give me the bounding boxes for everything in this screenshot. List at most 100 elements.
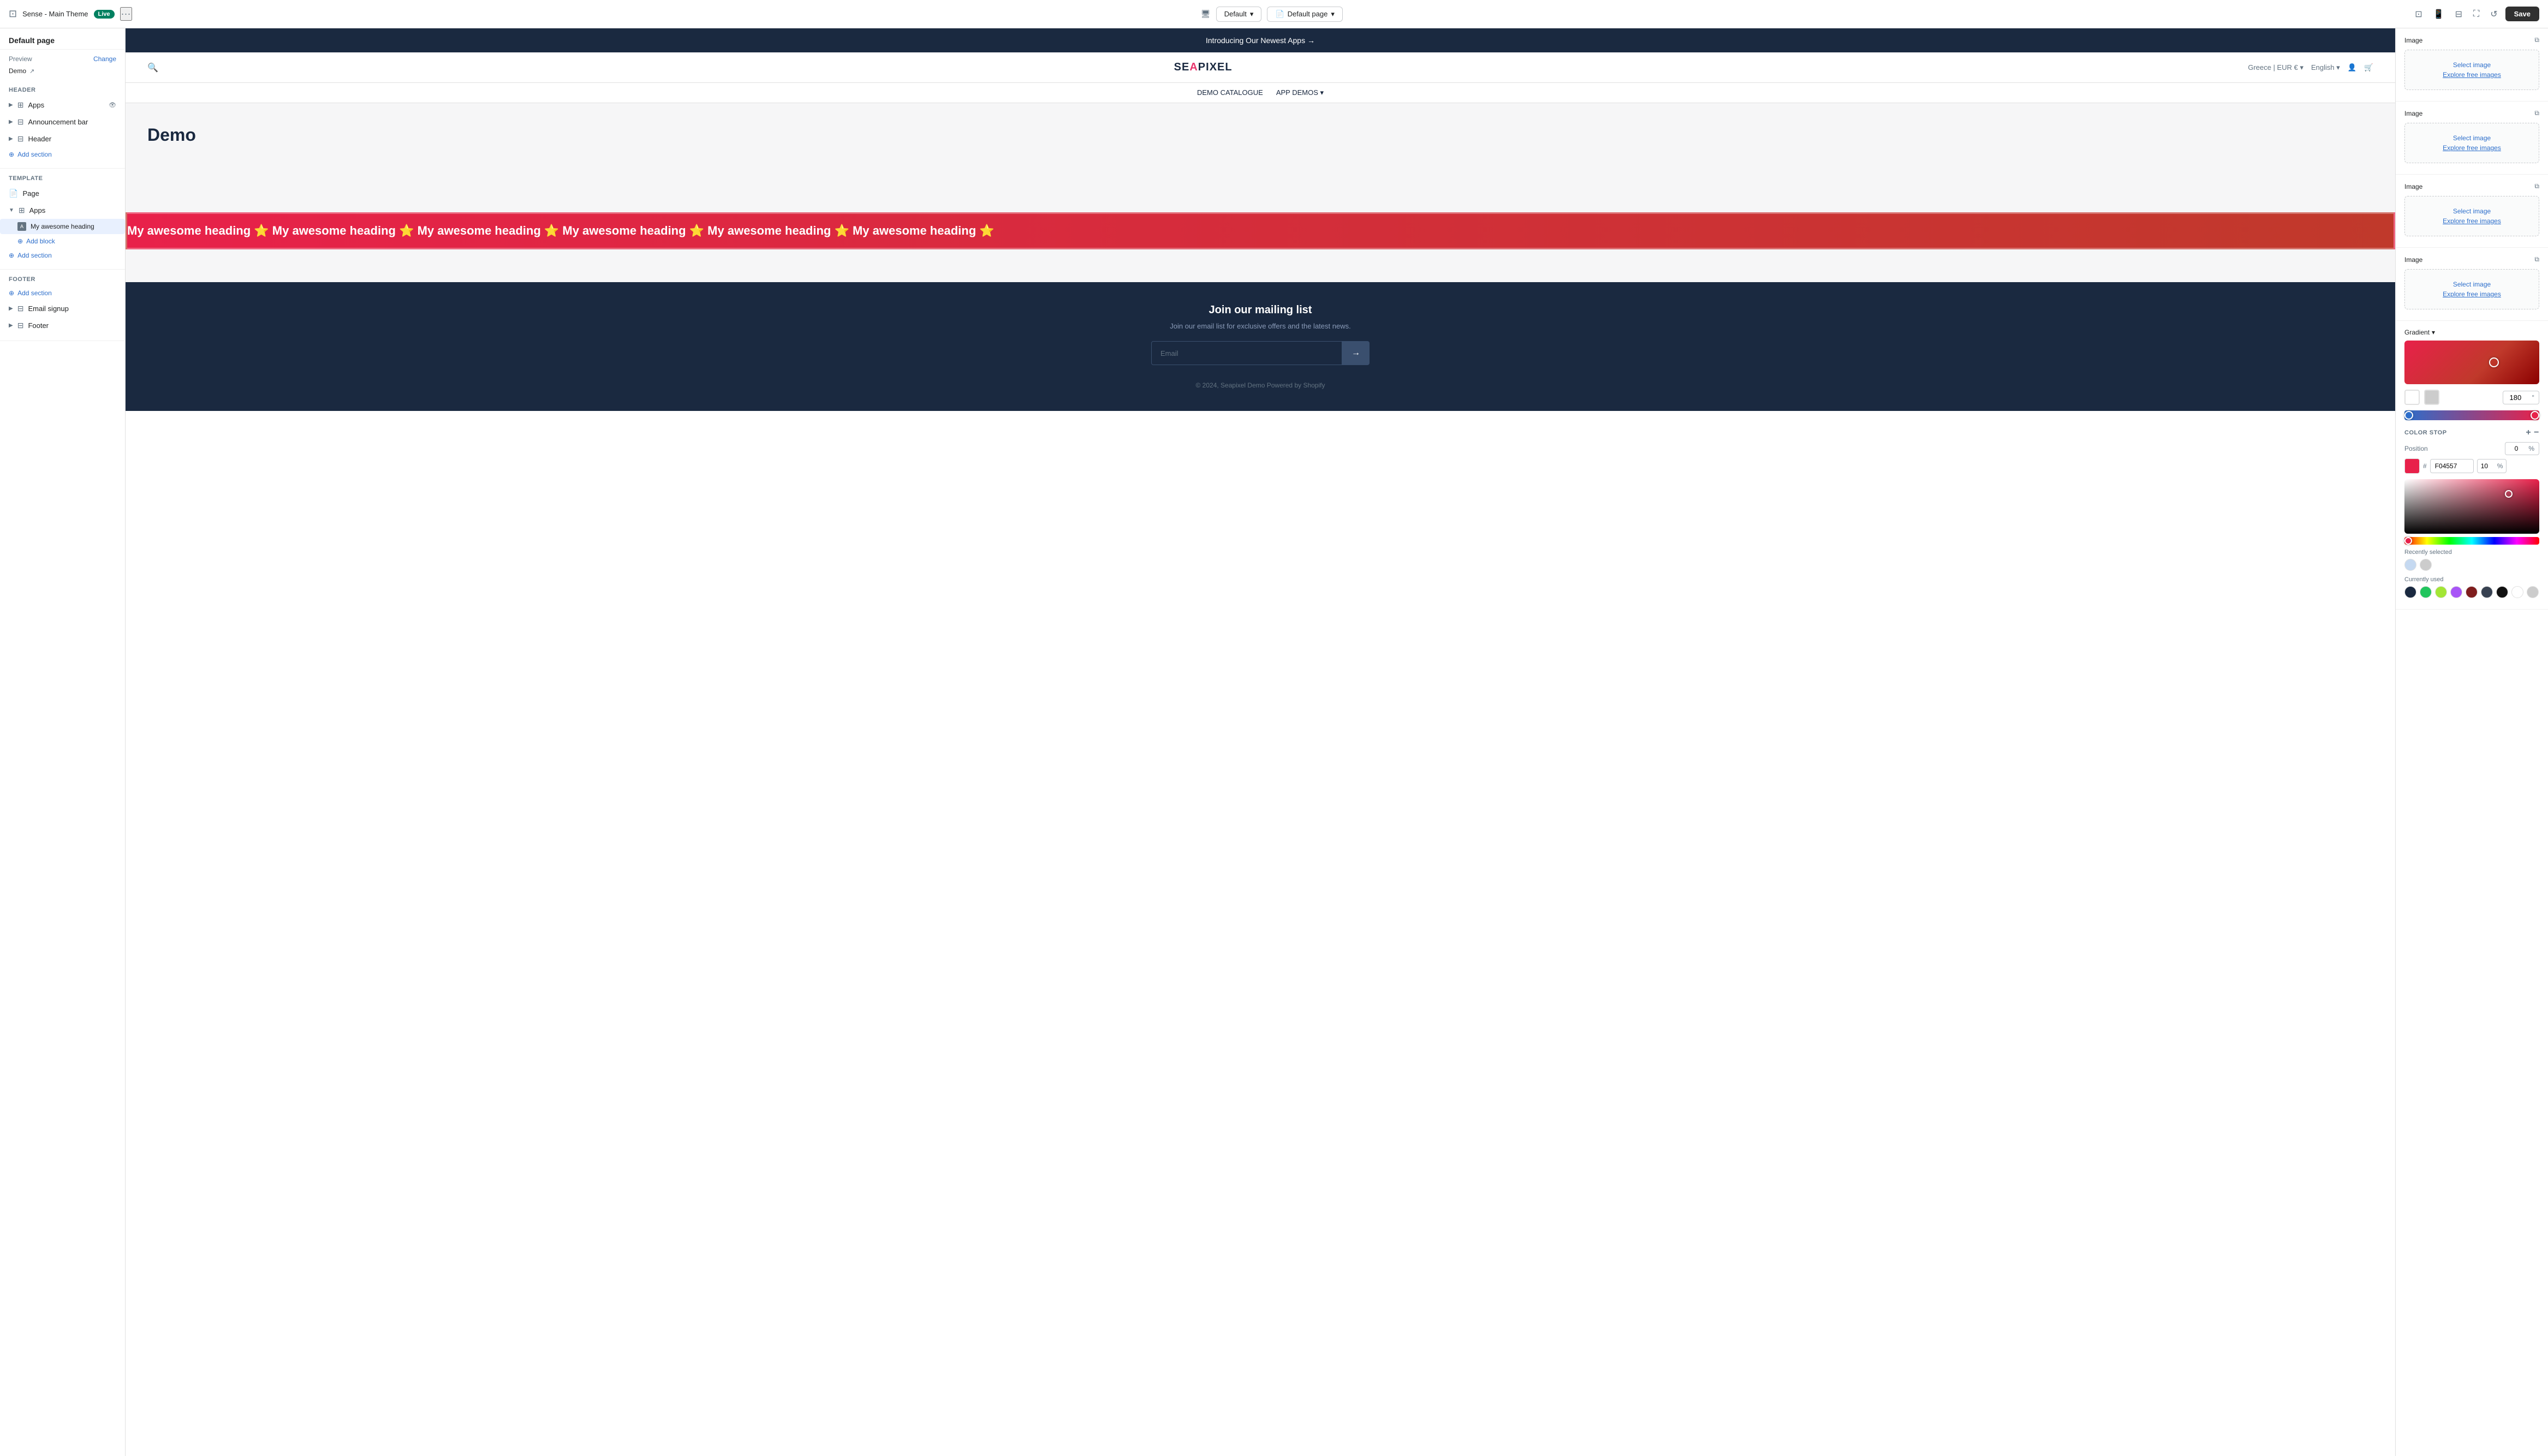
store-meta: Greece | EUR € ▾ English ▾ 👤 🛒: [2248, 63, 2373, 72]
announcement-bar: Introducing Our Newest Apps →: [126, 28, 2395, 52]
add-section-footer-link[interactable]: ⊕ Add section: [0, 286, 125, 300]
swatch-dark-gray[interactable]: [2481, 586, 2493, 598]
language-selector[interactable]: English ▾: [2311, 63, 2340, 72]
big-color-picker[interactable]: [2404, 479, 2539, 534]
chevron-down-icon-2: ▾: [1331, 10, 1335, 19]
store-logo: SEAPIXEL: [1174, 61, 1233, 74]
preview-label: Preview: [9, 55, 32, 63]
gradient-bar[interactable]: [2404, 410, 2539, 420]
hue-handle[interactable]: [2404, 537, 2412, 545]
copy-icon-4[interactable]: ⧉: [2534, 255, 2539, 264]
country-selector[interactable]: Greece | EUR € ▾: [2248, 63, 2303, 72]
nav-app-demos[interactable]: APP DEMOS ▾: [1276, 88, 1324, 97]
search-button[interactable]: 🔍: [147, 62, 158, 73]
big-picker-handle[interactable]: [2505, 490, 2513, 498]
chevron-down-icon: ▾: [1250, 10, 1254, 19]
chevron-right-icon: ▶: [9, 102, 13, 108]
more-menu-button[interactable]: ···: [120, 7, 132, 21]
explore-link-2[interactable]: Explore free images: [2416, 144, 2528, 152]
position-input[interactable]: [2510, 445, 2526, 452]
chevron-right-icon-2: ▶: [9, 119, 13, 125]
right-panel: Image ⧉ Select image Explore free images…: [2395, 28, 2548, 1456]
swatch-lime[interactable]: [2435, 586, 2447, 598]
gradient-label[interactable]: Gradient ▾: [2404, 329, 2539, 336]
opacity-input[interactable]: [2481, 462, 2496, 470]
cart-button[interactable]: 🛒: [2364, 63, 2373, 72]
sidebar-item-apps-template[interactable]: ▼ ⊞ Apps: [0, 202, 125, 219]
sidebar-item-email-signup[interactable]: ▶ ⊟ Email signup: [0, 300, 125, 317]
email-submit-button[interactable]: →: [1342, 341, 1370, 365]
color-stop-swatch[interactable]: [2404, 458, 2420, 474]
main-canvas: Introducing Our Newest Apps → 🔍 SEAPIXEL…: [126, 28, 2395, 1456]
sidebar-item-page[interactable]: 📄 Page: [0, 185, 125, 202]
image-placeholder-4: Select image Explore free images: [2404, 269, 2539, 309]
devices-button[interactable]: ⊡: [2412, 5, 2425, 23]
select-image-btn-3[interactable]: Select image: [2416, 207, 2528, 215]
add-stop-btn[interactable]: + −: [2526, 428, 2539, 438]
gradient-handle-right[interactable]: [2531, 411, 2539, 420]
hue-bar[interactable]: [2404, 537, 2539, 545]
page-selector[interactable]: 📄 Default page ▾: [1267, 7, 1342, 22]
sidebar-item-apps[interactable]: ▶ ⊞ Apps 👁: [0, 97, 125, 114]
announcement-label: Announcement bar: [28, 118, 88, 126]
nav-top: 🔍 SEAPIXEL Greece | EUR € ▾ English ▾ 👤 …: [147, 61, 2373, 74]
save-button[interactable]: Save: [2505, 7, 2539, 21]
gradient-handle-left[interactable]: [2404, 411, 2413, 420]
select-image-btn-2[interactable]: Select image: [2416, 134, 2528, 142]
sidebar-sub-item-heading[interactable]: A My awesome heading: [0, 219, 125, 234]
plus-icon: ⊕: [9, 151, 14, 158]
undo-button[interactable]: ↺: [2487, 5, 2501, 23]
angle-input[interactable]: 180: [2508, 393, 2529, 402]
color-swatch-white[interactable]: [2404, 390, 2420, 405]
swatch-green[interactable]: [2420, 586, 2432, 598]
tablet-button[interactable]: ⊟: [2452, 5, 2466, 23]
content-spacer: [126, 249, 2395, 282]
device-selector[interactable]: Default ▾: [1216, 7, 1262, 22]
add-block-link[interactable]: ⊕ Add block: [0, 234, 125, 248]
sidebar-item-footer[interactable]: ▶ ⊟ Footer: [0, 317, 125, 334]
currently-used-swatches: [2404, 586, 2539, 598]
swatch-dark-blue[interactable]: [2404, 586, 2416, 598]
swatch-light-blue[interactable]: [2404, 559, 2416, 571]
add-section-header-link[interactable]: ⊕ Add section: [0, 147, 125, 162]
swatch-white[interactable]: [2511, 586, 2523, 598]
copy-icon-1[interactable]: ⧉: [2534, 36, 2539, 44]
page-label: Page: [22, 189, 39, 198]
mobile-button[interactable]: 📱: [2430, 5, 2448, 23]
copy-icon-3[interactable]: ⧉: [2534, 182, 2539, 190]
visibility-icon[interactable]: 👁: [109, 102, 116, 109]
account-button[interactable]: 👤: [2348, 63, 2357, 72]
preview-frame: Introducing Our Newest Apps → 🔍 SEAPIXEL…: [126, 28, 2395, 1456]
image-section-2: Image ⧉ Select image Explore free images: [2396, 102, 2548, 175]
color-hex-input[interactable]: F04557: [2430, 459, 2474, 473]
gradient-picker[interactable]: [2404, 341, 2539, 384]
nav-demo-catalogue[interactable]: DEMO CATALOGUE: [1197, 88, 1263, 97]
sidebar-item-header[interactable]: ▶ ⊟ Header: [0, 130, 125, 147]
image-placeholder-3: Select image Explore free images: [2404, 196, 2539, 236]
swatch-black[interactable]: [2496, 586, 2508, 598]
email-input[interactable]: [1151, 341, 1342, 365]
fullscreen-button[interactable]: ⛶: [2470, 6, 2482, 22]
nav-bottom: DEMO CATALOGUE APP DEMOS ▾: [126, 83, 2395, 103]
explore-link-4[interactable]: Explore free images: [2416, 290, 2528, 298]
copy-icon-2[interactable]: ⧉: [2534, 109, 2539, 117]
swatch-gray-light-2[interactable]: [2527, 586, 2539, 598]
select-image-btn-4[interactable]: Select image: [2416, 281, 2528, 288]
device-icon: 🖥: [1201, 9, 1211, 19]
swatch-dark-red[interactable]: [2466, 586, 2478, 598]
add-section-template-link[interactable]: ⊕ Add section: [0, 248, 125, 262]
opacity-wrap: %: [2477, 459, 2507, 473]
swatch-purple[interactable]: [2450, 586, 2462, 598]
sidebar-item-announcement[interactable]: ▶ ⊟ Announcement bar: [0, 114, 125, 130]
swatch-gray-light[interactable]: [2420, 559, 2432, 571]
select-image-btn-1[interactable]: Select image: [2416, 61, 2528, 69]
apps-icon: ⊞: [17, 100, 24, 110]
color-swatch-gray[interactable]: [2424, 390, 2439, 405]
change-link[interactable]: Change: [93, 55, 116, 63]
currently-used-label: Currently used: [2404, 576, 2539, 583]
picker-circle[interactable]: [2489, 357, 2499, 367]
theme-name: Sense - Main Theme: [22, 10, 88, 18]
image-label-2: Image ⧉: [2404, 109, 2539, 117]
explore-link-1[interactable]: Explore free images: [2416, 71, 2528, 79]
explore-link-3[interactable]: Explore free images: [2416, 217, 2528, 225]
